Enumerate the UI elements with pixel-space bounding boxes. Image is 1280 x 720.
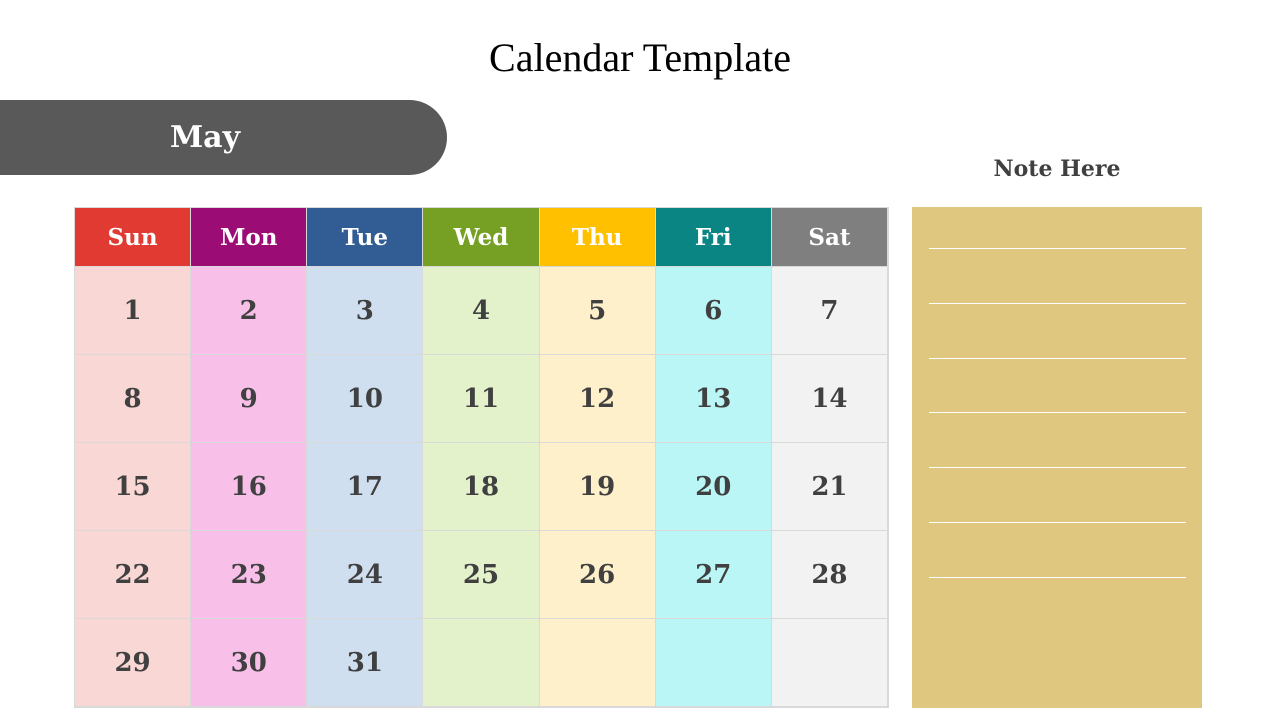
day-cell[interactable]: 28 xyxy=(771,531,888,619)
note-line xyxy=(929,467,1186,469)
day-cell[interactable]: 30 xyxy=(191,619,308,707)
note-panel[interactable] xyxy=(912,207,1202,708)
day-cell[interactable]: 19 xyxy=(539,443,656,531)
day-cell[interactable]: 7 xyxy=(771,267,888,355)
empty-day-cell xyxy=(423,619,540,707)
empty-day-cell xyxy=(539,619,656,707)
weekday-header-sun: Sun xyxy=(75,208,192,267)
day-cell[interactable]: 21 xyxy=(771,443,888,531)
day-cell[interactable]: 2 xyxy=(191,267,308,355)
page-title: Calendar Template xyxy=(489,35,791,80)
day-cell[interactable]: 23 xyxy=(191,531,308,619)
day-cell[interactable]: 11 xyxy=(423,355,540,443)
weekday-header-wed: Wed xyxy=(423,208,540,267)
month-label: May xyxy=(169,120,241,155)
day-cell[interactable]: 3 xyxy=(307,267,424,355)
day-cell[interactable]: 27 xyxy=(655,531,772,619)
weekday-header-mon: Mon xyxy=(191,208,308,267)
day-cell[interactable]: 26 xyxy=(539,531,656,619)
day-cell[interactable]: 5 xyxy=(539,267,656,355)
note-line xyxy=(929,576,1186,578)
note-line xyxy=(929,302,1186,304)
day-cell[interactable]: 22 xyxy=(75,531,192,619)
day-cell[interactable]: 1 xyxy=(75,267,192,355)
month-banner: May xyxy=(0,100,447,175)
empty-day-cell xyxy=(771,619,888,707)
day-cell[interactable]: 14 xyxy=(771,355,888,443)
day-cell[interactable]: 13 xyxy=(655,355,772,443)
day-cell[interactable]: 15 xyxy=(75,443,192,531)
weekday-header-thu: Thu xyxy=(539,208,656,267)
day-cell[interactable]: 8 xyxy=(75,355,192,443)
day-cell[interactable]: 12 xyxy=(539,355,656,443)
day-cell[interactable]: 20 xyxy=(655,443,772,531)
day-cell[interactable]: 31 xyxy=(307,619,424,707)
note-line xyxy=(929,248,1186,249)
note-line xyxy=(929,522,1186,523)
day-cell[interactable]: 4 xyxy=(423,267,540,355)
weekday-header-tue: Tue xyxy=(307,208,424,267)
note-line xyxy=(929,357,1186,359)
day-cell[interactable]: 6 xyxy=(655,267,772,355)
day-cell[interactable]: 18 xyxy=(423,443,540,531)
note-line xyxy=(929,412,1186,414)
day-cell[interactable]: 29 xyxy=(75,619,192,707)
day-cell[interactable]: 10 xyxy=(307,355,424,443)
weekday-header-sat: Sat xyxy=(771,208,888,267)
day-cell[interactable]: 16 xyxy=(191,443,308,531)
day-cell[interactable]: 25 xyxy=(423,531,540,619)
empty-day-cell xyxy=(655,619,772,707)
weekday-header-fri: Fri xyxy=(655,208,772,267)
day-cell[interactable]: 9 xyxy=(191,355,308,443)
calendar-grid: Sun Mon Tue Wed Thu Fri Sat 1 2 3 4 5 6 … xyxy=(74,207,889,708)
day-cell[interactable]: 24 xyxy=(307,531,424,619)
day-cell[interactable]: 17 xyxy=(307,443,424,531)
note-title: Note Here xyxy=(993,156,1121,182)
